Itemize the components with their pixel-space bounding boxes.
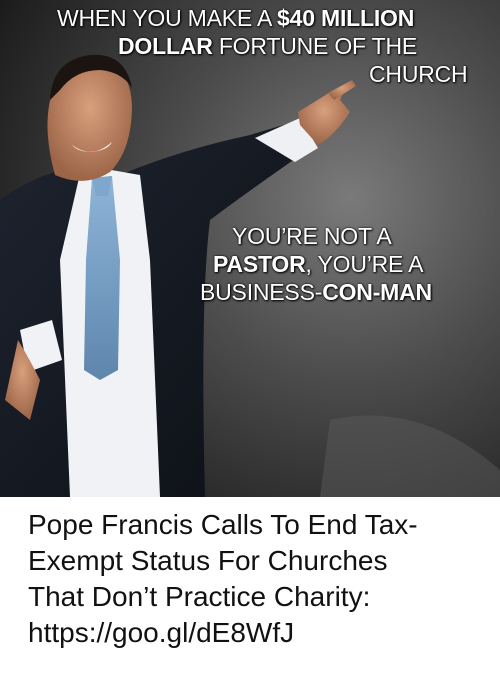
top-caption: WHEN YOU MAKE A $40 MILLION DOLLAR FORTU… bbox=[57, 5, 468, 87]
post-text-line: Exempt Status For Churches bbox=[28, 545, 388, 576]
meme-image: WHEN YOU MAKE A $40 MILLION DOLLAR FORTU… bbox=[0, 0, 500, 497]
post-text-line: Pope Francis Calls To End Tax- bbox=[28, 509, 418, 540]
post-link[interactable]: https://goo.gl/dE8WfJ bbox=[28, 615, 488, 651]
post-text: Pope Francis Calls To End Tax- Exempt St… bbox=[28, 507, 488, 651]
bottom-caption: YOU’RE NOT A PASTOR, YOU’RE A BUSINESS-C… bbox=[200, 223, 432, 305]
post-text-line: That Don’t Practice Charity: bbox=[28, 581, 371, 612]
